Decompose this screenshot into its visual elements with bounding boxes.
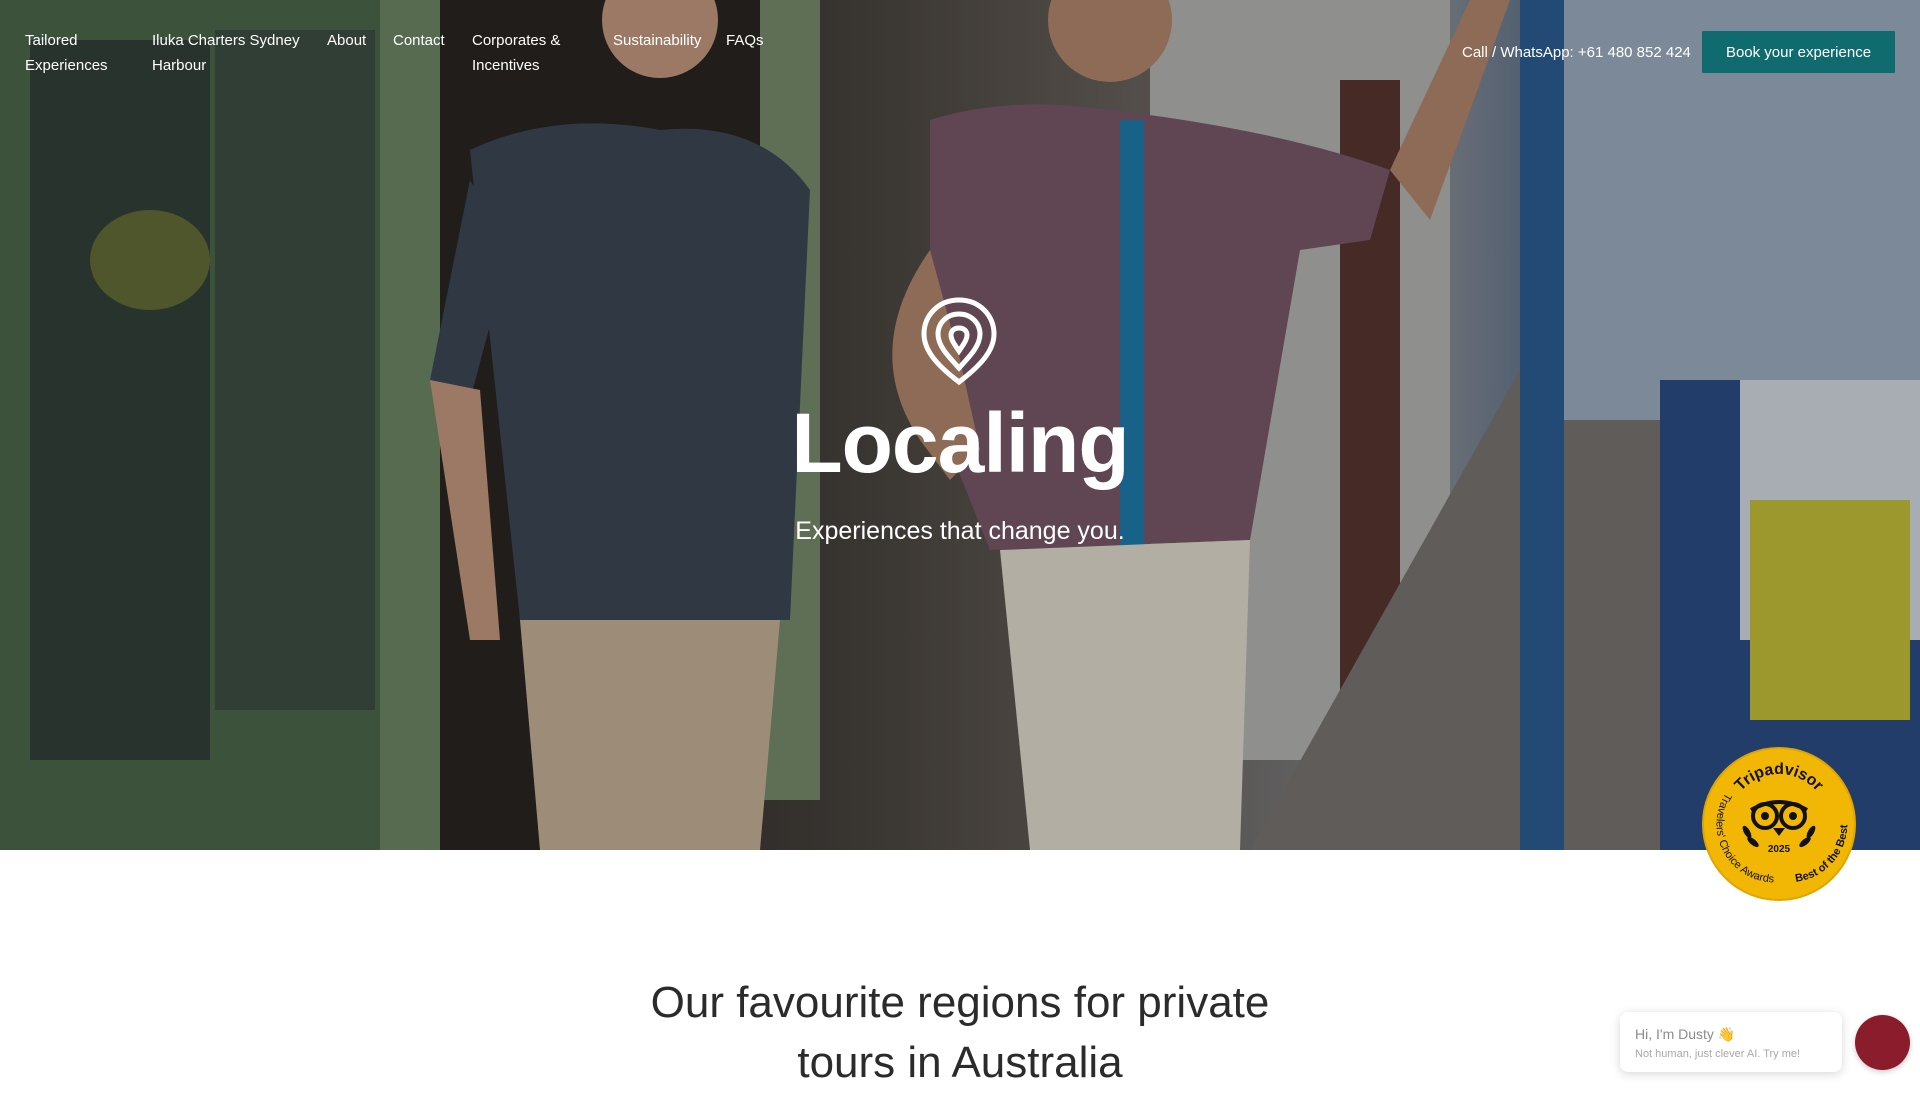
hero-tagline: Experiences that change you.: [795, 517, 1125, 545]
title-line: tours in Australia: [797, 1037, 1123, 1087]
regions-section-title: Our favourite regions for private tours …: [560, 973, 1360, 1093]
localing-pin-icon: [921, 297, 997, 386]
nav-item-label: Harbour: [152, 57, 207, 74]
chat-prompt-card[interactable]: Hi, I'm Dusty 👋 Not human, just clever A…: [1620, 1012, 1842, 1072]
nav-item-label: Incentives: [472, 57, 540, 74]
nav-item-faqs[interactable]: FAQs: [726, 28, 764, 53]
title-line: Our favourite regions for private: [650, 977, 1270, 1027]
phone-link[interactable]: Call / WhatsApp: +61 480 852 424: [1462, 40, 1691, 65]
chat-launcher-button[interactable]: [1855, 1015, 1910, 1070]
nav-item-label: Sustainability: [613, 32, 702, 49]
nav-item-corporates[interactable]: Corporates & Incentives: [472, 28, 560, 78]
main-nav: Tailored Experiences Iluka Charters Sydn…: [0, 0, 1920, 100]
chat-subtitle: Not human, just clever AI. Try me!: [1635, 1048, 1801, 1060]
nav-item-iluka-charters[interactable]: Iluka Charters Sydney Harbour: [152, 28, 300, 78]
nav-item-label: Contact: [393, 32, 445, 49]
tripadvisor-badge[interactable]: Tripadvisor Travelers' Choice Awards Bes…: [1701, 746, 1857, 902]
nav-item-label: FAQs: [726, 32, 764, 49]
chat-title: Hi, I'm Dusty 👋: [1635, 1026, 1736, 1042]
book-experience-button[interactable]: Book your experience: [1702, 31, 1895, 73]
nav-item-label: Iluka Charters Sydney: [152, 32, 300, 49]
nav-item-about[interactable]: About: [327, 28, 366, 53]
nav-item-contact[interactable]: Contact: [393, 28, 445, 53]
nav-item-sustainability[interactable]: Sustainability: [613, 28, 701, 53]
nav-item-label: Tailored: [25, 32, 78, 49]
nav-item-label: Corporates &: [472, 32, 561, 49]
nav-item-tailored-experiences[interactable]: Tailored Experiences: [25, 28, 108, 78]
brand-title: Localing: [791, 396, 1129, 490]
nav-item-label: Experiences: [25, 57, 108, 74]
nav-item-label: About: [327, 32, 367, 49]
badge-year: 2025: [1768, 844, 1791, 855]
